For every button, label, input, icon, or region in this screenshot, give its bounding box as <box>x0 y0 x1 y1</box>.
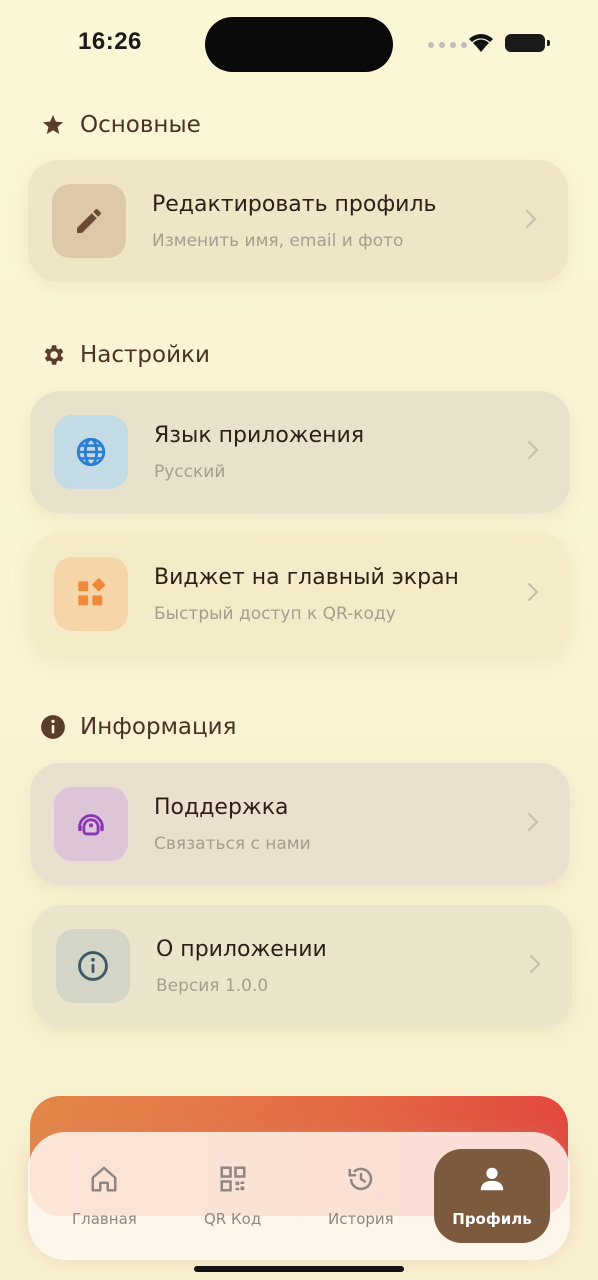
tab-history-label: История <box>328 1210 394 1228</box>
tab-qr-label: QR Код <box>204 1210 262 1228</box>
about-card[interactable]: О приложении Версия 1.0.0 <box>32 905 572 1027</box>
globe-icon <box>54 415 128 489</box>
gear-icon <box>40 342 66 368</box>
chevron-right-icon <box>526 439 540 465</box>
widget-title: Виджет на главный экран <box>154 564 459 590</box>
support-icon <box>54 787 128 861</box>
section-settings-header: Настройки <box>40 342 210 368</box>
tab-profile[interactable]: Профиль <box>434 1149 550 1243</box>
language-subtitle: Русский <box>154 461 226 482</box>
section-info-title: Информация <box>80 714 237 740</box>
widget-card[interactable]: Виджет на главный экран Быстрый доступ к… <box>30 533 570 655</box>
support-subtitle: Связаться с нами <box>154 833 311 854</box>
tab-bar: Главная QR Код История Профиль <box>28 1132 570 1260</box>
qr-code-icon <box>217 1164 249 1198</box>
about-title: О приложении <box>156 936 327 962</box>
chevron-right-icon <box>524 208 538 234</box>
about-subtitle: Версия 1.0.0 <box>156 975 269 996</box>
edit-profile-card[interactable]: Редактировать профиль Изменить имя, emai… <box>28 160 568 282</box>
status-bar: 16:26 <box>0 0 598 90</box>
language-title: Язык приложения <box>154 422 365 448</box>
star-icon <box>40 112 66 138</box>
language-card[interactable]: Язык приложения Русский <box>30 391 570 513</box>
dynamic-island <box>205 17 393 72</box>
cellular-signal-icon <box>428 42 467 48</box>
person-icon <box>476 1164 508 1198</box>
edit-profile-subtitle: Изменить имя, email и фото <box>152 230 404 251</box>
support-card[interactable]: Поддержка Связаться с нами <box>30 763 570 885</box>
section-main-header: Основные <box>40 112 201 138</box>
tab-home[interactable]: Главная <box>72 1164 137 1228</box>
status-time: 16:26 <box>78 28 142 55</box>
edit-profile-title: Редактировать профиль <box>152 191 437 217</box>
tab-history[interactable]: История <box>328 1164 394 1228</box>
wifi-icon <box>466 30 496 58</box>
info-circle-icon <box>56 929 130 1003</box>
tab-home-label: Главная <box>72 1210 137 1228</box>
widgets-icon <box>54 557 128 631</box>
info-filled-icon <box>40 714 66 740</box>
chevron-right-icon <box>526 811 540 837</box>
home-icon <box>88 1164 120 1198</box>
section-main-title: Основные <box>80 112 201 138</box>
battery-icon <box>505 34 550 52</box>
widget-subtitle: Быстрый доступ к QR-коду <box>154 603 396 624</box>
tab-profile-label: Профиль <box>452 1210 532 1228</box>
tab-qr[interactable]: QR Код <box>204 1164 261 1228</box>
home-indicator <box>194 1266 404 1272</box>
section-info-header: Информация <box>40 714 236 740</box>
chevron-right-icon <box>526 581 540 607</box>
history-icon <box>344 1164 378 1198</box>
pencil-icon <box>52 184 126 258</box>
chevron-right-icon <box>528 953 542 979</box>
section-settings-title: Настройки <box>80 342 210 368</box>
support-title: Поддержка <box>154 794 289 820</box>
